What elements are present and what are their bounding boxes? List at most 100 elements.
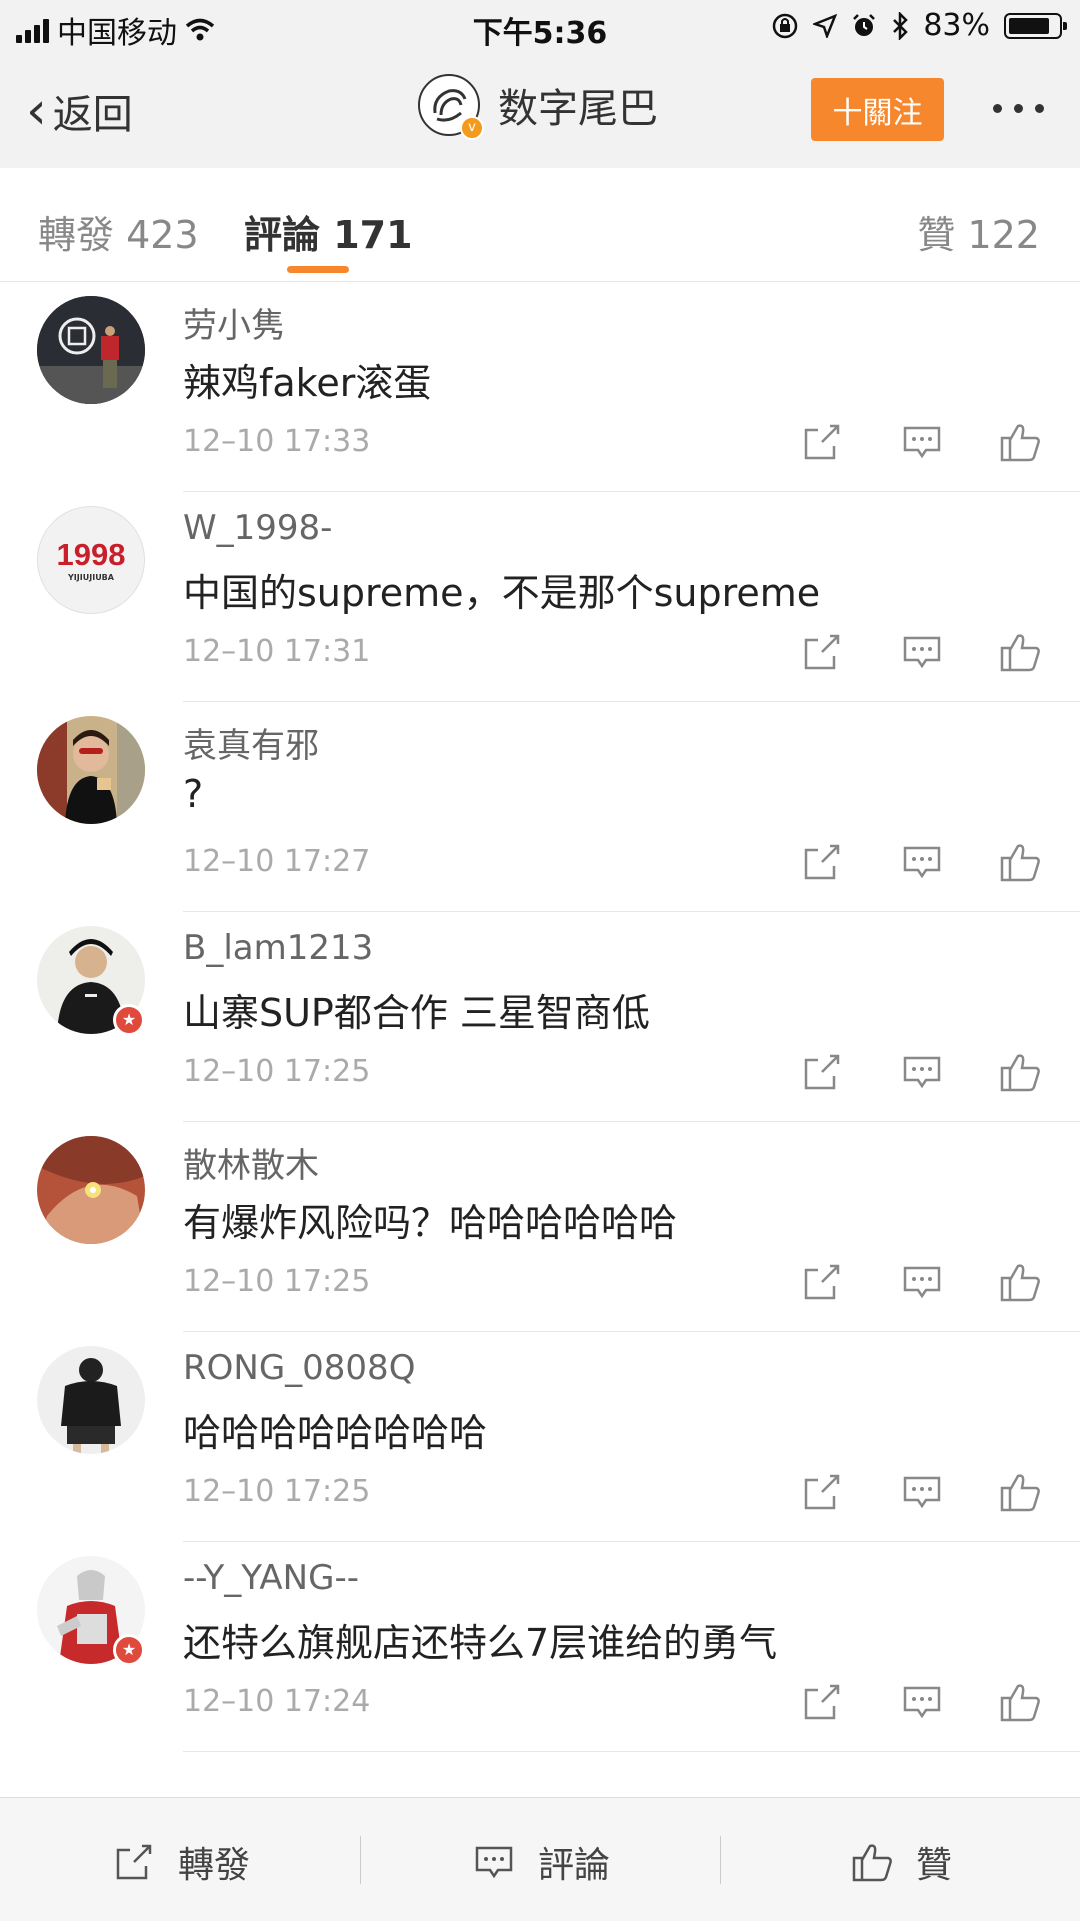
comment-username[interactable]: RONG_0808Q [183, 1348, 415, 1388]
comment-username[interactable]: B_lam1213 [183, 928, 373, 968]
comment-text: 辣鸡faker滚蛋 [183, 361, 432, 405]
like-icon[interactable] [998, 630, 1042, 674]
like-label: 贊 [916, 1845, 953, 1886]
nav-bar: ‹ 返回 v 数字尾巴 十關注 [0, 54, 1080, 169]
status-right: 83% [771, 8, 1067, 43]
comment-item: ★ --Y_YANG-- 还特么旗舰店还特么7层谁给的勇气 12–10 17:2… [0, 1542, 1080, 1752]
repost-icon[interactable] [800, 420, 844, 464]
battery-icon [1004, 12, 1067, 39]
reply-icon[interactable] [900, 840, 944, 884]
like-button[interactable]: 贊 [850, 1836, 952, 1888]
account-header[interactable]: v 数字尾巴 [418, 74, 658, 140]
back-button[interactable]: ‹ 返回 [26, 82, 133, 140]
back-label: 返回 [52, 92, 133, 138]
account-avatar[interactable]: v [418, 74, 484, 140]
toolbar-divider [720, 1836, 721, 1884]
reply-icon[interactable] [900, 1470, 944, 1514]
comment-actions [800, 840, 1050, 884]
user-avatar[interactable] [37, 296, 145, 404]
avatar-logo-text: 1998 [56, 537, 126, 572]
comment-icon [475, 1846, 513, 1879]
comment-text: 中国的supreme，不是那个supreme [183, 571, 821, 615]
comment-time: 12–10 17:33 [183, 424, 371, 459]
comment-text: 有爆炸风险吗？哈哈哈哈哈哈 [183, 1201, 678, 1245]
comment-actions [800, 1050, 1050, 1094]
repost-button[interactable]: 轉發 [112, 1836, 250, 1888]
repost-icon[interactable] [800, 1050, 844, 1094]
like-icon[interactable] [998, 1470, 1042, 1514]
user-star-badge-icon: ★ [113, 1634, 145, 1666]
battery-fill [1009, 17, 1049, 34]
comment-text: 哈哈哈哈哈哈哈哈 [183, 1411, 488, 1455]
more-icon[interactable] [993, 104, 1044, 113]
comment-item: RONG_0808Q 哈哈哈哈哈哈哈哈 12–10 17:25 [0, 1332, 1080, 1542]
item-divider [183, 1751, 1080, 1752]
like-icon [852, 1844, 892, 1882]
comment-actions [800, 1680, 1050, 1724]
verified-badge-icon: v [460, 116, 484, 140]
comment-item: 散林散木 有爆炸风险吗？哈哈哈哈哈哈 12–10 17:25 [0, 1122, 1080, 1332]
comment-text: 还特么旗舰店还特么7层谁给的勇气 [183, 1621, 778, 1665]
tab-comments[interactable]: 評論 171 [244, 204, 413, 259]
user-avatar[interactable] [37, 1136, 145, 1244]
comment-username[interactable]: 散林散木 [183, 1138, 319, 1187]
avatar-logo-subtext: YIJIUJIUBA [68, 573, 114, 582]
comment-time: 12–10 17:25 [183, 1264, 371, 1299]
repost-label: 轉發 [178, 1845, 251, 1886]
tab-reposts[interactable]: 轉發 423 [38, 204, 199, 259]
comment-button[interactable]: 評論 [472, 1836, 610, 1888]
comment-time: 12–10 17:24 [183, 1684, 371, 1719]
comment-username[interactable]: 袁真有邪 [183, 718, 319, 767]
bottom-toolbar: 轉發 評論 贊 [0, 1797, 1080, 1921]
user-avatar[interactable] [37, 1346, 145, 1454]
comment-item: 1998 YIJIUJIUBA W_1998- 中国的supreme，不是那个s… [0, 492, 1080, 702]
battery-percent: 83% [923, 8, 990, 43]
comment-time: 12–10 17:31 [183, 634, 371, 669]
toolbar-divider [360, 1836, 361, 1884]
reply-icon[interactable] [900, 1680, 944, 1724]
location-icon [813, 13, 838, 38]
like-icon[interactable] [998, 1260, 1042, 1304]
alarm-icon [853, 13, 876, 36]
comment-username[interactable]: --Y_YANG-- [183, 1558, 359, 1598]
account-name: 数字尾巴 [498, 86, 658, 132]
reply-icon[interactable] [900, 630, 944, 674]
comment-item: 袁真有邪 ? 12–10 17:27 [0, 702, 1080, 912]
comment-actions [800, 630, 1050, 674]
repost-icon[interactable] [800, 1680, 844, 1724]
comment-text: ? [183, 772, 204, 816]
reply-icon[interactable] [900, 1050, 944, 1094]
orientation-lock-icon [773, 13, 798, 38]
comment-username[interactable]: 劳小隽 [183, 298, 285, 347]
like-icon[interactable] [998, 420, 1042, 464]
comment-time: 12–10 17:25 [183, 1474, 371, 1509]
user-avatar[interactable]: 1998 YIJIUJIUBA [37, 506, 145, 614]
like-icon[interactable] [998, 1680, 1042, 1724]
user-star-badge-icon: ★ [113, 1004, 145, 1036]
follow-button[interactable]: 十關注 [811, 78, 944, 141]
user-avatar[interactable] [37, 716, 145, 824]
comment-actions [800, 420, 1050, 464]
like-icon[interactable] [998, 840, 1042, 884]
repost-icon[interactable] [800, 630, 844, 674]
tab-bar: 轉發 423 評論 171 贊 122 [0, 168, 1080, 282]
repost-icon[interactable] [800, 1260, 844, 1304]
comment-actions [800, 1470, 1050, 1514]
chevron-left-icon: ‹ [26, 81, 47, 141]
repost-icon [116, 1844, 152, 1880]
comment-text: 山寨SUP都合作 三星智商低 [183, 991, 650, 1035]
repost-icon[interactable] [800, 1470, 844, 1514]
status-bar: 中国移动 下午5:36 83% [0, 0, 1080, 54]
comment-actions [800, 1260, 1050, 1304]
tab-likes[interactable]: 贊 122 [917, 204, 1040, 259]
comment-list: 劳小隽 辣鸡faker滚蛋 12–10 17:33 1998 YIJIUJIUB… [0, 282, 1080, 1752]
reply-icon[interactable] [900, 1260, 944, 1304]
comment-item: ★ B_lam1213 山寨SUP都合作 三星智商低 12–10 17:25 [0, 912, 1080, 1122]
like-icon[interactable] [998, 1050, 1042, 1094]
reply-icon[interactable] [900, 420, 944, 464]
comment-label: 評論 [538, 1845, 611, 1886]
comment-username[interactable]: W_1998- [183, 508, 332, 548]
comment-item: 劳小隽 辣鸡faker滚蛋 12–10 17:33 [0, 282, 1080, 492]
repost-icon[interactable] [800, 840, 844, 884]
comment-time: 12–10 17:25 [183, 1054, 371, 1089]
